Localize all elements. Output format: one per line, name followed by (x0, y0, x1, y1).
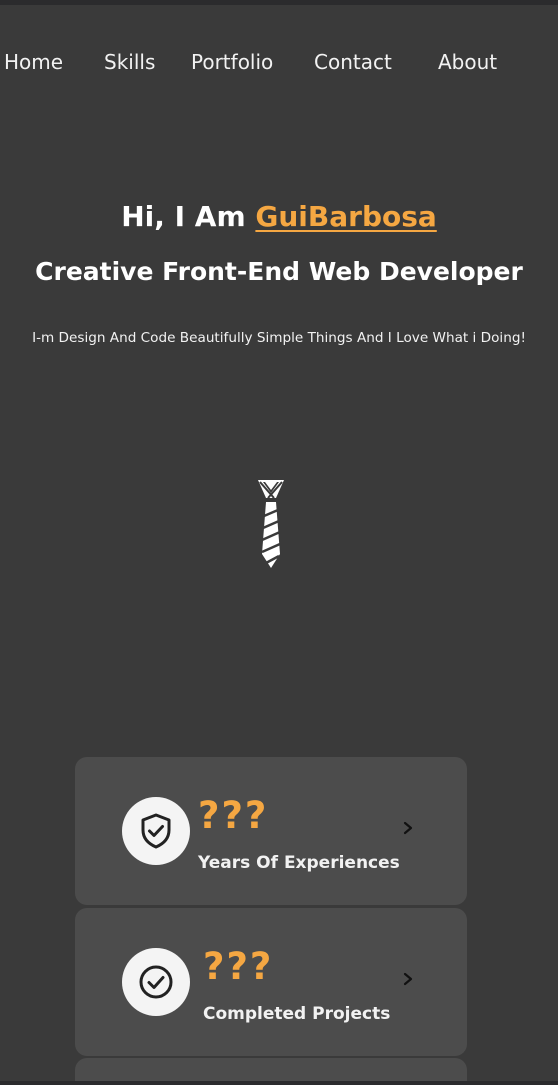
hero-title: Hi, I Am GuiBarbosa (0, 200, 558, 233)
necktie-icon (252, 476, 290, 572)
chevron-right-icon[interactable] (402, 972, 414, 986)
hero-tagline: I-m Design And Code Beautifully Simple T… (32, 330, 526, 346)
stat-card-projects[interactable]: ??? Completed Projects (75, 908, 467, 1056)
shield-check-icon (122, 797, 190, 865)
nav-portfolio-link[interactable]: Portfolio (191, 50, 273, 74)
nav-home-link[interactable]: Home (4, 50, 63, 74)
page: Home Skills Portfolio Contact About Hi, … (0, 0, 558, 1085)
stat-card-experience[interactable]: ??? Years Of Experiences (75, 757, 467, 905)
check-circle-icon (122, 948, 190, 1016)
hero-name-link[interactable]: GuiBarbosa (255, 200, 436, 233)
nav-skills-link[interactable]: Skills (104, 50, 155, 74)
nav-about-link[interactable]: About (438, 50, 497, 74)
chevron-right-icon[interactable] (402, 821, 414, 835)
stat-label: Completed Projects (203, 1004, 391, 1024)
stat-value: ??? (203, 945, 274, 988)
top-bar (0, 0, 558, 5)
hero-greeting: Hi, I Am (121, 200, 256, 233)
hero-subtitle: Creative Front-End Web Developer (35, 257, 523, 286)
nav-contact-link[interactable]: Contact (314, 50, 392, 74)
main-nav: Home Skills Portfolio Contact About (0, 44, 558, 84)
bottom-bar (0, 1081, 558, 1085)
stat-label: Years Of Experiences (198, 853, 400, 873)
stat-value: ??? (198, 794, 269, 837)
